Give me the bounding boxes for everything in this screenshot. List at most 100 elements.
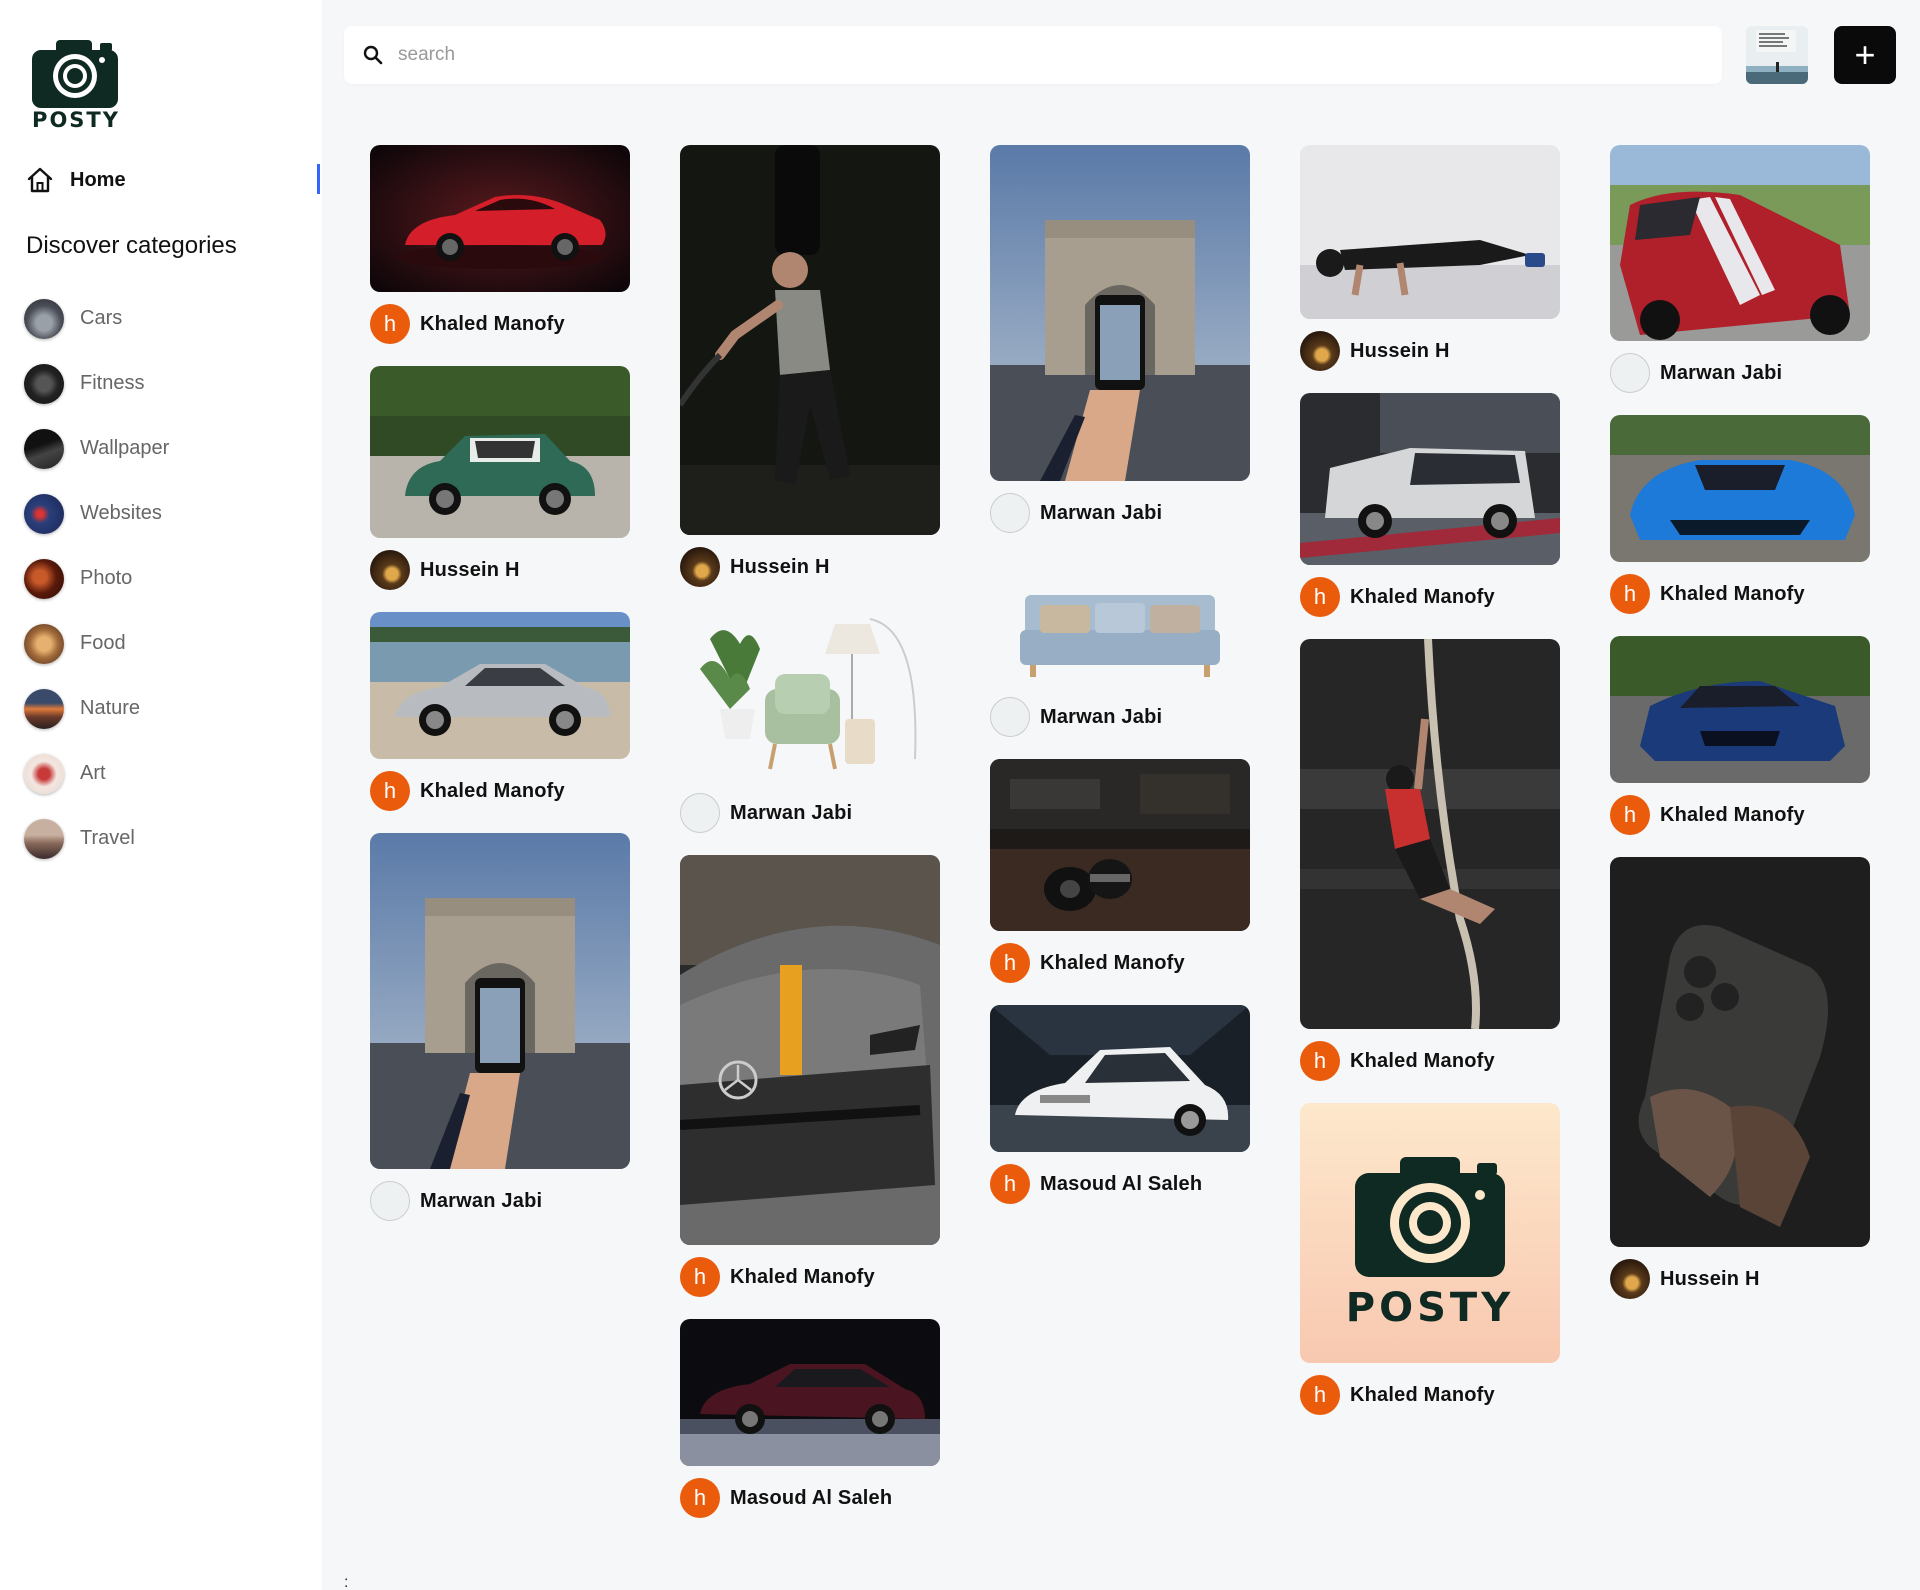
pin-image[interactable] xyxy=(680,609,940,781)
pin-image[interactable] xyxy=(680,1319,940,1466)
category-fitness[interactable]: Fitness xyxy=(24,351,314,416)
pin-card: POSTY h Khaled Manofy xyxy=(1300,1103,1560,1415)
author-name: Khaled Manofy xyxy=(730,1265,875,1288)
author-avatar: h xyxy=(990,1164,1030,1204)
pin-author[interactable]: Hussein H xyxy=(1610,1259,1870,1299)
posty-logo-image: POSTY xyxy=(1300,1103,1560,1363)
author-name: Khaled Manofy xyxy=(1350,585,1495,608)
pin-author[interactable]: Marwan Jabi xyxy=(370,1181,630,1221)
pin-card: h Masoud Al Saleh xyxy=(680,1319,940,1518)
pin-image[interactable] xyxy=(370,145,630,292)
pin-image[interactable] xyxy=(680,145,940,535)
pin-image[interactable] xyxy=(370,612,630,759)
pin-image[interactable] xyxy=(1610,636,1870,783)
pin-image[interactable] xyxy=(990,759,1250,931)
category-websites[interactable]: Websites xyxy=(24,481,314,546)
category-photo[interactable]: Photo xyxy=(24,546,314,611)
pin-image[interactable] xyxy=(990,1005,1250,1152)
author-avatar xyxy=(1610,1259,1650,1299)
pin-author[interactable]: h Khaled Manofy xyxy=(370,771,630,811)
pin-card: h Khaled Manofy xyxy=(1610,636,1870,835)
author-name: Masoud Al Saleh xyxy=(730,1486,893,1509)
pin-author[interactable]: h Khaled Manofy xyxy=(1300,1375,1560,1415)
author-name: Hussein H xyxy=(1660,1267,1760,1290)
pin-image[interactable] xyxy=(1610,145,1870,341)
pin-author[interactable]: h Khaled Manofy xyxy=(680,1257,940,1297)
pin-author[interactable]: h Masoud Al Saleh xyxy=(990,1164,1250,1204)
author-avatar: h xyxy=(1300,1041,1340,1081)
pin-image[interactable] xyxy=(370,833,630,1169)
add-post-button[interactable]: + xyxy=(1834,26,1896,84)
pin-card: h Khaled Manofy xyxy=(1610,415,1870,614)
camera-icon xyxy=(32,40,118,108)
author-name: Masoud Al Saleh xyxy=(1040,1172,1203,1195)
search-icon xyxy=(363,45,383,65)
rope-climb-image xyxy=(1300,639,1560,1029)
category-art[interactable]: Art xyxy=(24,741,314,806)
author-avatar xyxy=(990,697,1030,737)
author-avatar: h xyxy=(680,1478,720,1518)
pin-author[interactable]: h Khaled Manofy xyxy=(1610,795,1870,835)
user-profile-thumbnail[interactable] xyxy=(1746,26,1808,84)
author-name: Khaled Manofy xyxy=(1350,1049,1495,1072)
category-travel[interactable]: Travel xyxy=(24,806,314,871)
pin-card: Marwan Jabi xyxy=(990,145,1250,533)
category-food[interactable]: Food xyxy=(24,611,314,676)
pin-image[interactable] xyxy=(1610,857,1870,1247)
pin-card: h Khaled Manofy xyxy=(1300,393,1560,617)
author-avatar: h xyxy=(1300,1375,1340,1415)
pin-author[interactable]: h Khaled Manofy xyxy=(990,943,1250,983)
pin-author[interactable]: h Khaled Manofy xyxy=(1300,1041,1560,1081)
pin-card: Hussein H xyxy=(370,366,630,590)
posty-logo[interactable]: POSTY xyxy=(30,38,122,134)
author-name: Marwan Jabi xyxy=(1040,705,1163,728)
pin-author[interactable]: Marwan Jabi xyxy=(990,697,1250,737)
pin-author[interactable]: Hussein H xyxy=(1300,331,1560,371)
author-avatar: h xyxy=(990,943,1030,983)
push-ups-image xyxy=(1300,145,1560,319)
pin-author[interactable]: h Khaled Manofy xyxy=(1300,577,1560,617)
author-avatar xyxy=(1610,353,1650,393)
pin-author[interactable]: Marwan Jabi xyxy=(1610,353,1870,393)
author-avatar xyxy=(370,1181,410,1221)
pin-image[interactable] xyxy=(370,366,630,538)
pin-author[interactable]: Hussein H xyxy=(680,547,940,587)
category-cars[interactable]: Cars xyxy=(24,286,314,351)
pin-author[interactable]: Marwan Jabi xyxy=(990,493,1250,533)
category-thumb xyxy=(24,558,64,599)
category-label: Websites xyxy=(80,502,162,524)
svg-text:POSTY: POSTY xyxy=(1346,1285,1514,1331)
active-indicator xyxy=(317,164,320,194)
pin-image[interactable] xyxy=(990,585,1250,685)
dumbbells-image xyxy=(990,759,1250,931)
pin-author[interactable]: Hussein H xyxy=(370,550,630,590)
category-label: Wallpaper xyxy=(80,437,170,459)
pin-image[interactable] xyxy=(990,145,1250,481)
pin-card: h Khaled Manofy xyxy=(1300,639,1560,1081)
pin-image[interactable] xyxy=(1300,393,1560,565)
pin-image[interactable] xyxy=(1300,639,1560,1029)
sidebar-item-home[interactable]: Home xyxy=(26,162,322,198)
pin-author[interactable]: Marwan Jabi xyxy=(680,793,940,833)
category-list: Cars Fitness Wallpaper Websites Photo Fo… xyxy=(24,286,314,871)
author-avatar xyxy=(680,793,720,833)
category-wallpaper[interactable]: Wallpaper xyxy=(24,416,314,481)
category-nature[interactable]: Nature xyxy=(24,676,314,741)
search-input[interactable] xyxy=(398,44,1698,66)
pin-author[interactable]: h Khaled Manofy xyxy=(1610,574,1870,614)
pin-card: Hussein H xyxy=(1300,145,1560,371)
search-bar[interactable] xyxy=(344,26,1722,84)
pin-image[interactable]: POSTY xyxy=(1300,1103,1560,1363)
pin-column: Hussein H Marwan Jabi h Khaled Manofy h … xyxy=(680,145,940,1540)
pin-card: Marwan Jabi xyxy=(990,585,1250,737)
pin-author[interactable]: h Masoud Al Saleh xyxy=(680,1478,940,1518)
author-name: Marwan Jabi xyxy=(1040,501,1163,524)
pin-image[interactable] xyxy=(1300,145,1560,319)
author-avatar xyxy=(990,493,1030,533)
pin-image[interactable] xyxy=(680,855,940,1245)
category-thumb xyxy=(24,688,64,729)
pin-image[interactable] xyxy=(1610,415,1870,562)
home-icon xyxy=(27,167,53,193)
pin-author[interactable]: h Khaled Manofy xyxy=(370,304,630,344)
pin-card: h Khaled Manofy xyxy=(370,145,630,344)
